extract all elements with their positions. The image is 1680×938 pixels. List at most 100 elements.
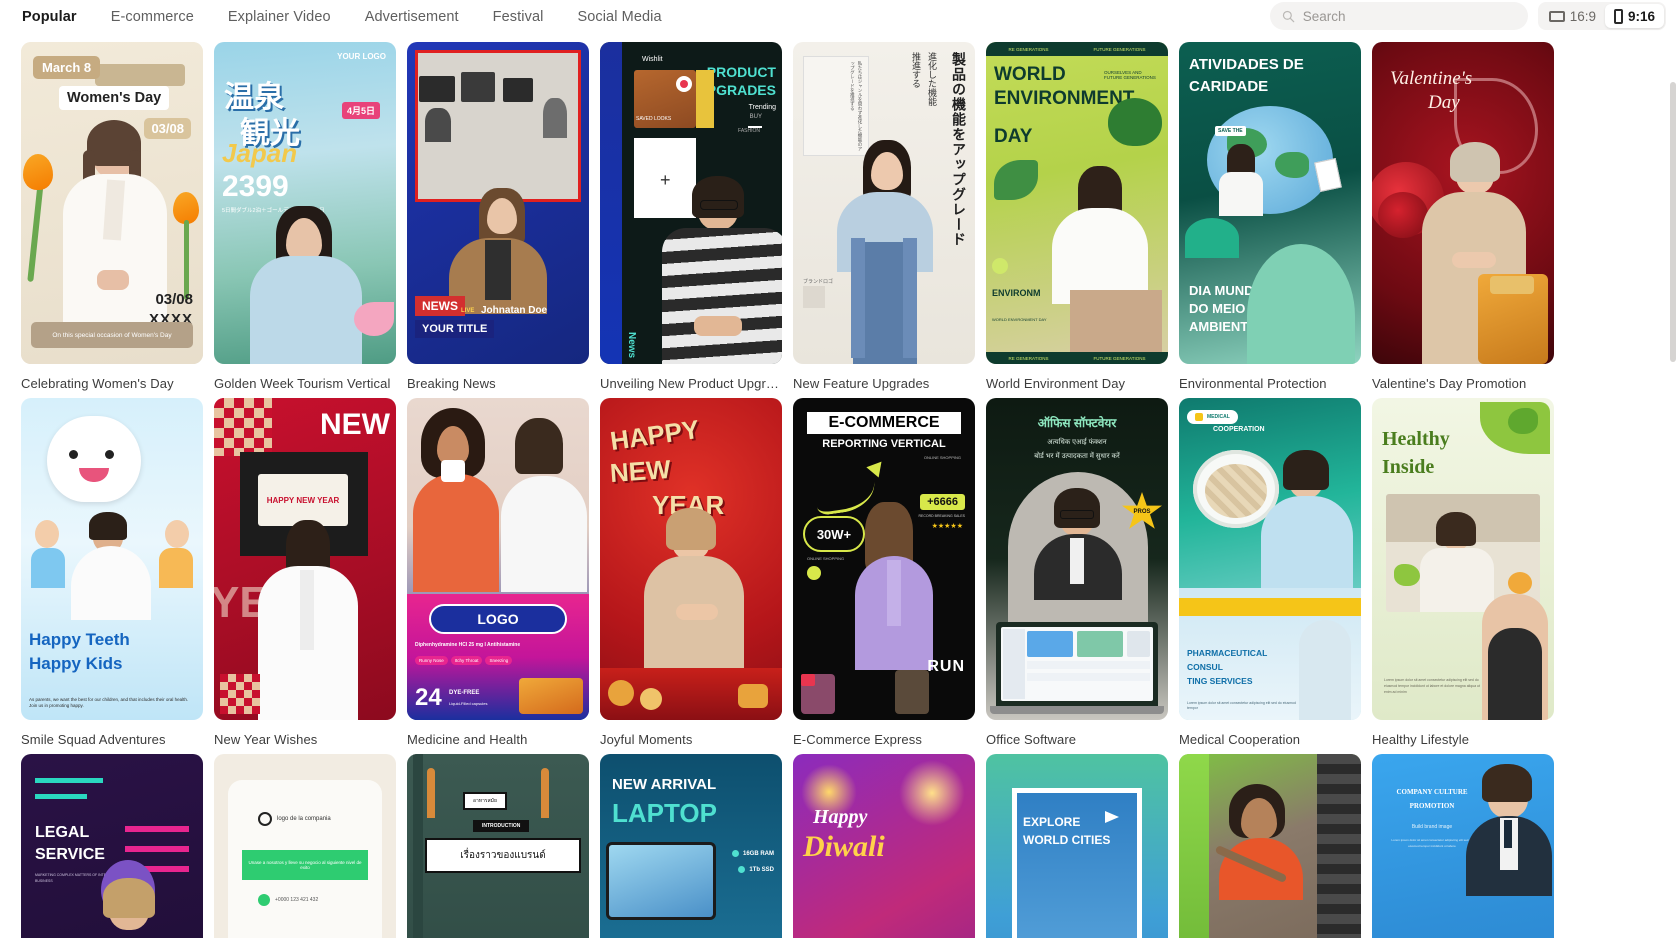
art-text: เรื่องราวของแบรนด์ [425, 838, 581, 873]
template-thumbnail[interactable]: ऑफिस सॉफ्टवेयर अत्यधिक एआई फंक्शन बोर्ड … [986, 398, 1168, 720]
template-card-new-feature-upgrades[interactable]: 製品の機能をアップグレード 進化した機能 推進する 私たちはジャンルを問わず進化… [793, 42, 975, 391]
template-card-celebrating-womens-day[interactable]: March 8 Women's Day 03/08 03/08 XXXX On … [21, 42, 203, 391]
template-card-e-commerce-express[interactable]: E-COMMERCE REPORTING VERTICAL ONLINE SHO… [793, 398, 975, 747]
template-caption: World Environment Day [986, 376, 1126, 391]
art-text: WORLD ENVIRONMENT DAY [992, 317, 1047, 322]
category-tabs: Popular E-commerce Explainer Video Adver… [0, 9, 696, 25]
art-text: 推進する [911, 52, 921, 88]
template-thumbnail[interactable]: Wishlit PRODUCT UPGRADES SAVED LOOKS BUY… [600, 42, 782, 364]
template-card-joyful-moments[interactable]: HAPPY NEW YEAR Joyful Moments [600, 398, 782, 747]
search-box[interactable] [1269, 2, 1528, 30]
template-card-environmental-protection[interactable]: ATIVIDADES DE CARIDADE SAVE THE DIA MUND… [1179, 42, 1361, 391]
template-caption: Medical Cooperation [1179, 732, 1301, 747]
template-card-golden-week-tourism-vertical[interactable]: YOUR LOGO 温泉 観光 4月5日 Japan 2399 5日間ダブル2泊… [214, 42, 396, 391]
template-card-healthy-lifestyle[interactable]: Healthy Inside Lorem ipsum dolor sit ame… [1372, 398, 1554, 747]
template-caption: Office Software [986, 732, 1077, 747]
template-thumbnail[interactable]: EXPLORE WORLD CITIES [986, 754, 1168, 938]
template-card-medical-cooperation[interactable]: MEDICAL COOPERATION PHARMACEUTICAL CONSU… [1179, 398, 1361, 747]
art-text: CARIDADE [1189, 78, 1269, 95]
template-card-logo-empresa[interactable]: logo de la compania Unase a nosotros y l… [214, 754, 396, 938]
art-text: PHARMACEUTICAL [1187, 648, 1268, 658]
template-card-sports-action[interactable] [1179, 754, 1361, 938]
art-text: Happy Kids [29, 654, 123, 673]
art-text: Day [1428, 92, 1460, 113]
art-text: YOUR TITLE [415, 320, 495, 338]
template-card-happy-diwali[interactable]: Happy Diwali [793, 754, 975, 938]
art-text: Happy [813, 806, 868, 828]
template-thumbnail[interactable]: LEGAL SERVICE MARKETING COMPLEX MATTERS … [21, 754, 203, 938]
tab-popular[interactable]: Popular [22, 9, 77, 25]
template-thumbnail[interactable]: 製品の機能をアップグレード 進化した機能 推進する 私たちはジャンルを問わず進化… [793, 42, 975, 364]
template-thumbnail[interactable]: NEW ARRIVAL LAPTOP 16GB RAM 1Tb SSD [600, 754, 782, 938]
template-card-explore-world-cities[interactable]: EXPLORE WORLD CITIES [986, 754, 1168, 938]
template-thumbnail[interactable]: RE GENERATIONS FUTURE GENERATIONS WORLD … [986, 42, 1168, 364]
art-text: Diphenhydramine HCl 25 mg I Antihistamin… [415, 642, 521, 648]
aspect-ratio-toggle: 16:9 9:16 [1537, 2, 1666, 30]
art-text: DAY [994, 126, 1033, 147]
template-card-smile-squad-adventures[interactable]: Happy Teeth Happy Kids As parents, we wa… [21, 398, 203, 747]
ratio-option-16-9[interactable]: 16:9 [1540, 4, 1605, 28]
art-text: ATIVIDADES DE [1189, 56, 1304, 73]
template-card-brand-story-thai[interactable]: อาหารสมัย INTRODUCTION เรื่องราวของแบรนด… [407, 754, 589, 938]
ratio-option-9-16[interactable]: 9:16 [1604, 4, 1664, 28]
template-thumbnail[interactable]: Happy Diwali [793, 754, 975, 938]
art-text: WORLD [994, 64, 1066, 85]
tab-advertisement[interactable]: Advertisement [365, 9, 459, 25]
tab-social-media[interactable]: Social Media [577, 9, 661, 25]
landscape-icon [1548, 10, 1565, 22]
vertical-scrollbar-thumb[interactable] [1670, 82, 1676, 362]
template-card-world-environment-day[interactable]: RE GENERATIONS FUTURE GENERATIONS WORLD … [986, 42, 1168, 391]
art-text: NEW [608, 453, 672, 489]
art-text: PRODUCT [706, 64, 776, 80]
template-card-new-arrival-laptop[interactable]: NEW ARRIVAL LAPTOP 16GB RAM 1Tb SSD [600, 754, 782, 938]
template-card-new-year-wishes[interactable]: NEW YEAR HAPPY NEW YEAR New Year Wishes [214, 398, 396, 747]
art-text: Sneezing [485, 656, 513, 665]
template-thumbnail[interactable]: Valentine's Day [1372, 42, 1554, 364]
template-thumbnail[interactable]: March 8 Women's Day 03/08 03/08 XXXX On … [21, 42, 203, 364]
template-thumbnail[interactable]: MEDICAL COOPERATION PHARMACEUTICAL CONSU… [1179, 398, 1361, 720]
template-thumbnail[interactable]: logo de la compania Unase a nosotros y l… [214, 754, 396, 938]
art-text: LEGAL [35, 824, 90, 841]
template-thumbnail[interactable]: LOGO Diphenhydramine HCl 25 mg I Antihis… [407, 398, 589, 720]
template-card-unveiling-new-product-upgrades[interactable]: Wishlit PRODUCT UPGRADES SAVED LOOKS BUY… [600, 42, 782, 391]
template-thumbnail[interactable]: NEW YEAR HAPPY NEW YEAR [214, 398, 396, 720]
art-text: BUY [749, 114, 762, 120]
template-card-valentines-day-promotion[interactable]: Valentine's Day Valentine's Day Promotio… [1372, 42, 1554, 391]
template-thumbnail[interactable]: COMPANY CULTURE PROMOTION Build brand im… [1372, 754, 1554, 938]
tab-festival[interactable]: Festival [493, 9, 544, 25]
art-text: อาหารสมัย [463, 792, 507, 810]
template-thumbnail[interactable]: YOUR LOGO 温泉 観光 4月5日 Japan 2399 5日間ダブル2泊… [214, 42, 396, 364]
art-text: Build brand image [1411, 824, 1453, 830]
art-text: RUN [927, 658, 965, 675]
template-card-office-software[interactable]: ऑफिस सॉफ्टवेयर अत्यधिक एआई फंक्शन बोर्ड … [986, 398, 1168, 747]
template-card-medicine-and-health[interactable]: LOGO Diphenhydramine HCl 25 mg I Antihis… [407, 398, 589, 747]
art-text: Itchy Throat [450, 656, 483, 665]
art-text: E-COMMERCE [807, 412, 961, 434]
art-text: MEDICAL [1207, 414, 1230, 420]
template-thumbnail[interactable]: ATIVIDADES DE CARIDADE SAVE THE DIA MUND… [1179, 42, 1361, 364]
template-thumbnail[interactable]: HAPPY NEW YEAR [600, 398, 782, 720]
template-thumbnail[interactable] [1179, 754, 1361, 938]
template-thumbnail[interactable]: Happy Teeth Happy Kids As parents, we wa… [21, 398, 203, 720]
search-input[interactable] [1302, 8, 1516, 24]
template-caption: Unveiling New Product Upgra... [600, 376, 782, 391]
template-thumbnail[interactable]: NEWS LIVE Johnatan Doe YOUR TITLE [407, 42, 589, 364]
art-text: + [660, 170, 671, 190]
template-thumbnail[interactable]: Healthy Inside Lorem ipsum dolor sit ame… [1372, 398, 1554, 720]
template-caption: Joyful Moments [600, 732, 693, 747]
art-text: DYE-FREE [449, 690, 480, 696]
tab-explainer-video[interactable]: Explainer Video [228, 9, 331, 25]
template-thumbnail[interactable]: อาหารสมัย INTRODUCTION เรื่องราวของแบรนด… [407, 754, 589, 938]
template-card-company-culture-promotion[interactable]: COMPANY CULTURE PROMOTION Build brand im… [1372, 754, 1554, 938]
template-caption: Breaking News [407, 376, 496, 391]
art-text: Inside [1382, 456, 1435, 478]
template-card-legal-service[interactable]: LEGAL SERVICE MARKETING COMPLEX MATTERS … [21, 754, 203, 938]
art-text: TING SERVICES [1187, 676, 1253, 686]
template-thumbnail[interactable]: E-COMMERCE REPORTING VERTICAL ONLINE SHO… [793, 398, 975, 720]
template-card-breaking-news[interactable]: NEWS LIVE Johnatan Doe YOUR TITLE Breaki… [407, 42, 589, 391]
art-text: Unase a nosotros y lleve su negocio al s… [242, 850, 368, 880]
art-text: logo de la compania [277, 816, 331, 822]
tab-ecommerce[interactable]: E-commerce [111, 9, 194, 25]
plane-icon [1105, 811, 1119, 823]
template-grid-scroll-area[interactable]: March 8 Women's Day 03/08 03/08 XXXX On … [0, 34, 1680, 938]
